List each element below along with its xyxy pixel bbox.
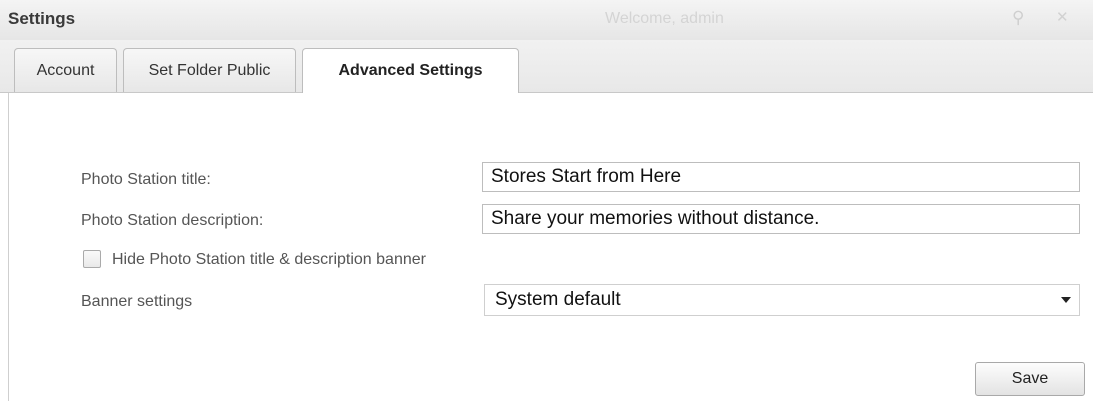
tab-set-folder-public[interactable]: Set Folder Public	[123, 48, 296, 92]
hide-banner-label: Hide Photo Station title & description b…	[112, 251, 426, 268]
banner-settings-label: Banner settings	[81, 293, 193, 310]
photo-station-title-input[interactable]	[482, 162, 1080, 192]
banner-settings-value: System default	[495, 289, 621, 310]
photo-station-title-label: Photo Station title:	[81, 171, 211, 188]
save-button[interactable]: Save	[975, 362, 1085, 396]
welcome-text: Welcome, admin	[605, 10, 724, 27]
tab-set-folder-public-label: Set Folder Public	[148, 61, 271, 79]
search-icon[interactable]: ⚲	[1012, 8, 1024, 28]
tab-advanced-settings[interactable]: Advanced Settings	[302, 48, 519, 93]
close-icon[interactable]: ✕	[1056, 8, 1069, 26]
photo-station-description-label: Photo Station description:	[81, 212, 264, 229]
hide-banner-checkbox[interactable]	[83, 250, 101, 268]
title-bar: Settings Welcome, admin ⚲ ✕	[0, 0, 1093, 40]
advanced-settings-panel: Photo Station title: Photo Station descr…	[8, 93, 1093, 401]
chevron-down-icon[interactable]	[1061, 297, 1071, 303]
tab-strip: Account Set Folder Public Advanced Setti…	[0, 40, 1093, 93]
window-title: Settings	[8, 9, 76, 28]
banner-settings-select[interactable]: System default	[484, 284, 1080, 316]
tab-advanced-settings-label: Advanced Settings	[338, 62, 483, 79]
tab-account[interactable]: Account	[14, 48, 117, 92]
photo-station-description-input[interactable]	[482, 204, 1080, 234]
settings-window: Settings Welcome, admin ⚲ ✕ Account Set …	[0, 0, 1093, 401]
tab-account-label: Account	[36, 61, 95, 79]
